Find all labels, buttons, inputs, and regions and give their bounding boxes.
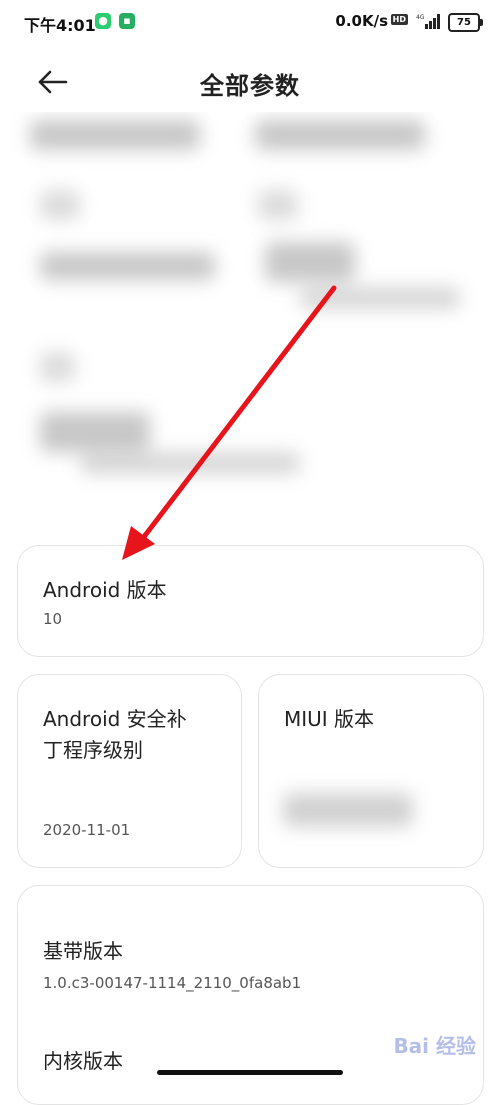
security-patch-value: 2020-11-01	[43, 821, 131, 839]
baseband-label: 基带版本	[43, 939, 123, 963]
security-patch-card[interactable]: Android 安全补 丁程序级别 2020-11-01	[17, 674, 242, 868]
android-version-value: 10	[43, 610, 63, 628]
title-bar: 全部参数	[0, 52, 500, 112]
android-version-card[interactable]: Android 版本 10	[17, 545, 484, 657]
watermark: Bai 经验	[393, 1034, 476, 1058]
miui-version-card[interactable]: MIUI 版本	[258, 674, 484, 868]
baseband-value: 1.0.c3-00147-1114_2110_0fa8ab1	[43, 974, 302, 992]
battery-icon: 75	[448, 13, 483, 32]
hd-icon: HD	[390, 14, 408, 25]
signal-icon: 4G	[416, 14, 440, 29]
page-title: 全部参数	[200, 72, 300, 100]
security-patch-label-line1: Android 安全补	[43, 707, 187, 731]
home-indicator[interactable]	[157, 1070, 343, 1075]
status-bar: 下午4:01 ● ▪ 0.0K/s HD 4G 75	[0, 0, 500, 44]
android-version-label: Android 版本	[43, 578, 167, 602]
kernel-label: 内核版本	[43, 1049, 123, 1073]
network-speed: 0.0K/s	[335, 12, 388, 30]
app-notification-icon-2: ▪	[119, 13, 135, 29]
signal-label: 4G	[416, 14, 425, 21]
miui-version-blurred-value	[283, 793, 413, 827]
miui-version-label: MIUI 版本	[284, 707, 375, 731]
status-time: 下午4:01	[24, 16, 96, 35]
security-patch-label-line2: 丁程序级别	[43, 738, 143, 762]
app-notification-icon: ●	[95, 13, 111, 29]
blurred-content	[0, 112, 500, 542]
